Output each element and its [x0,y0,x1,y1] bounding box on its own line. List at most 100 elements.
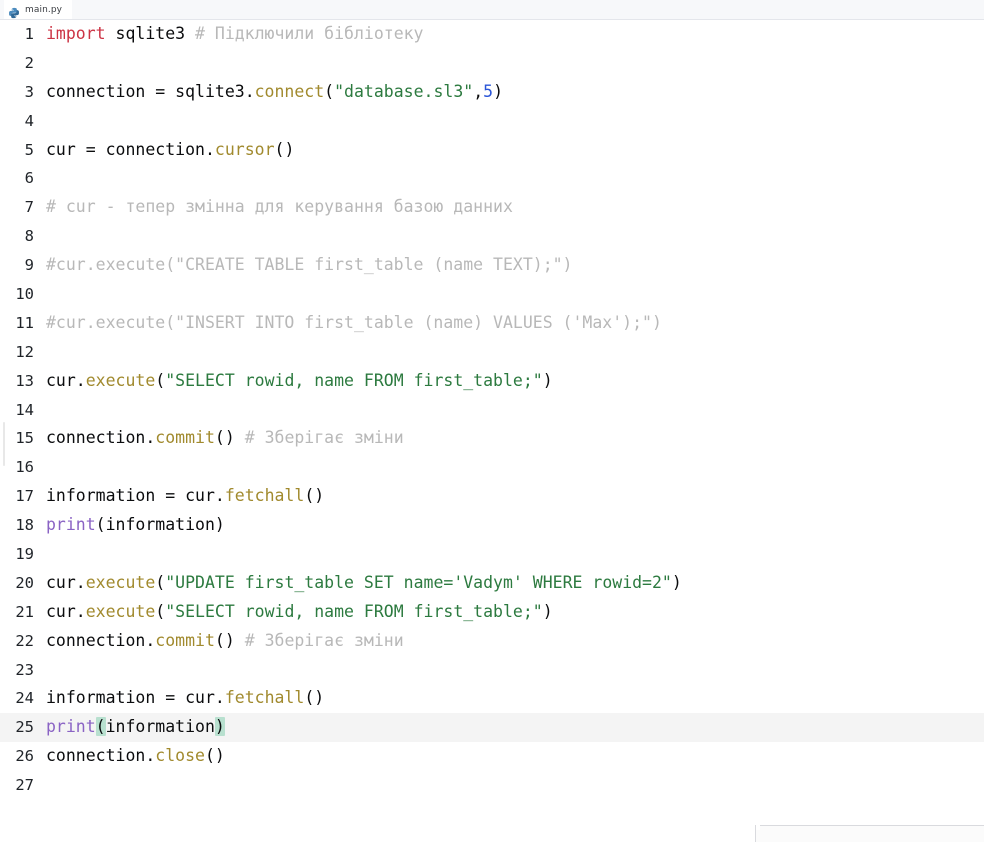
token-plain: connection. [46,428,156,448]
line-number: 7 [24,198,34,217]
tab-main-py[interactable]: main.py [4,0,73,19]
code-line[interactable]: 14 [0,396,984,425]
token-comment: # Підключили бібліотеку [195,24,424,43]
token-str: "SELECT rowid, name FROM first_table;" [165,601,543,621]
code-line[interactable]: 7 # cur - тепер змінна для керування базо… [0,193,984,222]
line-number: 3 [24,82,34,101]
bottom-right-panel [755,824,984,842]
token-plain: cur. [46,601,86,621]
code-line-current[interactable]: 25 print(information) [0,713,984,743]
code-text: information = cur.fetchall() [46,684,324,713]
line-number: 17 [15,487,34,506]
token-comment: #cur.execute("CREATE TABLE first_table (… [46,255,573,275]
token-punct: ( [155,601,166,621]
token-plain: connection [46,81,156,101]
ide-window: main.py 1 import sqlite3 # Підключили біб… [0,0,984,842]
code-line[interactable]: 2 [0,49,984,78]
bracket-match: ( [95,717,106,737]
line-number: 8 [24,227,34,246]
line-number: 22 [15,631,34,650]
code-line[interactable]: 3 connection = sqlite3.connect("database.… [0,78,984,107]
token-fn: fetchall [224,688,305,708]
token-num: 5 [483,81,494,101]
line-number: 15 [15,429,34,448]
line-number: 18 [15,516,34,535]
token-fn: commit [155,428,215,448]
code-line[interactable]: 20 cur.execute("UPDATE first_table SET na… [0,569,984,598]
token-plain: connection. [46,746,156,766]
token-comment: # Зберігає зміни [244,428,404,448]
line-number: 25 [15,718,34,737]
code-line[interactable]: 9 #cur.execute("CREATE TABLE first_table … [0,251,984,280]
code-line[interactable]: 27 [0,771,984,800]
code-line[interactable]: 5 cur = connection.cursor() [0,136,984,165]
token-plain: cur. [175,688,225,708]
code-line[interactable]: 19 [0,540,984,569]
token-plain: = [165,486,176,506]
code-text: connection.close() [46,742,225,771]
token-plain: cur [46,139,86,159]
code-line[interactable]: 16 [0,453,984,482]
line-number: 9 [24,256,34,275]
code-line[interactable]: 4 [0,107,984,136]
code-line[interactable]: 24 information = cur.fetchall() [0,684,984,713]
panel-resize-handle[interactable] [756,824,760,830]
token-punct: ) [671,572,682,592]
code-text: cur = connection.cursor() [46,136,294,165]
token-plain: connection. [46,630,156,650]
token-str: "UPDATE first_table SET name='Vadym' WHE… [165,572,672,592]
code-line[interactable]: 17 information = cur.fetchall() [0,482,984,511]
code-text: print(information) [46,511,225,540]
line-number: 10 [15,285,34,304]
editor-tab-bar: main.py [0,0,984,20]
code-line[interactable]: 11 #cur.execute("INSERT INTO first_table … [0,309,984,338]
code-line[interactable]: 23 [0,656,984,685]
token-fn: execute [85,370,156,390]
bracket-match: ) [214,717,225,737]
code-line[interactable]: 1 import sqlite3 # Підключили бібліотеку [0,20,984,49]
token-punct: () [204,746,225,766]
line-number: 24 [15,689,34,708]
code-lines-container[interactable]: 1 import sqlite3 # Підключили бібліотеку 2… [0,20,984,842]
code-editor[interactable]: 1 import sqlite3 # Підключили бібліотеку 2… [0,20,984,842]
token-plain: sqlite3 [105,24,196,43]
token-str: "database.sl3" [334,81,474,101]
code-line[interactable]: 21 cur.execute("SELECT rowid, name FROM f… [0,598,984,627]
code-line[interactable]: 15 connection.commit() # Зберігає зміни [0,424,984,453]
token-fn: close [155,746,205,766]
token-punct: ) [542,601,553,621]
token-fn: execute [85,572,156,592]
code-text: connection.commit() # Зберігає зміни [46,424,404,453]
line-number: 12 [15,342,34,361]
code-text: # cur - тепер змінна для керування базою… [46,193,513,222]
token-comment: # Зберігає зміни [244,630,404,650]
code-text: cur.execute("SELECT rowid, name FROM fir… [46,367,553,396]
token-fn: fetchall [224,486,305,506]
code-line[interactable]: 22 connection.commit() # Зберігає зміни [0,627,984,656]
line-number: 27 [15,776,34,795]
code-text: information = cur.fetchall() [46,482,324,511]
code-line[interactable]: 6 [0,164,984,193]
token-kw: import [46,24,106,43]
code-line[interactable]: 26 connection.close() [0,742,984,771]
line-number: 4 [24,111,34,130]
token-plain: cur. [46,572,86,592]
token-punct: () [304,486,325,506]
code-line[interactable]: 10 [0,280,984,309]
token-fn: commit [155,630,215,650]
code-line[interactable]: 12 [0,338,984,367]
code-text: connection = sqlite3.connect("database.s… [46,78,503,107]
token-plain: = [155,81,166,101]
token-fn: connect [254,81,325,101]
code-line[interactable]: 13 cur.execute("SELECT rowid, name FROM f… [0,367,984,396]
token-plain: cur. [46,370,86,390]
line-number: 26 [15,747,34,766]
token-plain: = [165,688,176,708]
code-line[interactable]: 18 print(information) [0,511,984,540]
line-number: 6 [24,169,34,188]
token-punct: () [214,630,245,650]
token-plain: = [85,139,96,159]
code-line[interactable]: 8 [0,222,984,251]
code-text: print(information) [46,713,225,742]
line-number: 16 [15,458,34,477]
